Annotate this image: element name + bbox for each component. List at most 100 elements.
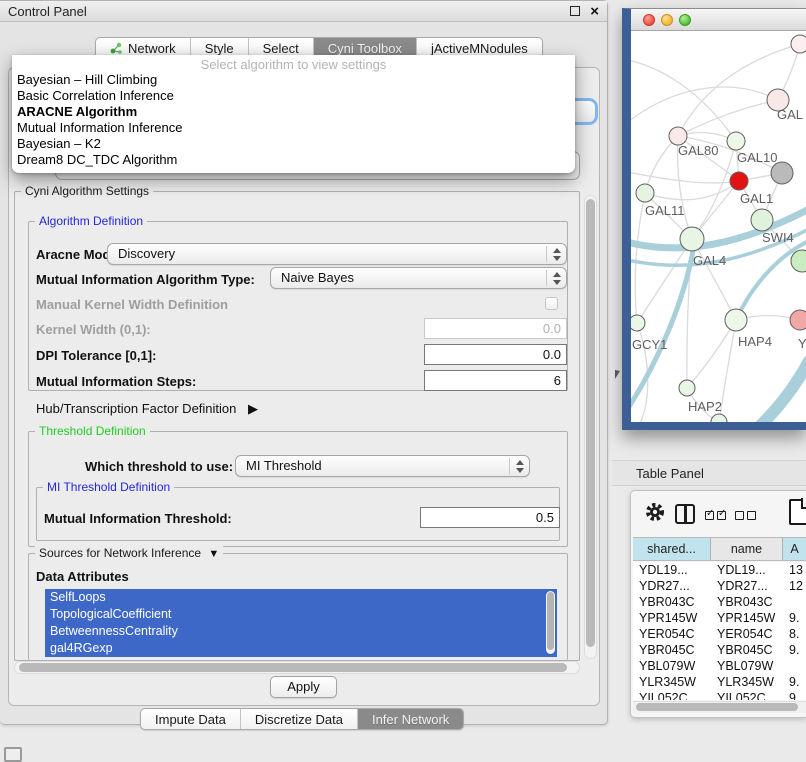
deselect-all-columns-icon[interactable] — [735, 507, 759, 525]
tab-infer-network[interactable]: Infer Network — [358, 709, 463, 729]
columns-icon[interactable] — [675, 504, 695, 524]
table-row[interactable]: YDR27...YDR27...12 — [633, 578, 806, 594]
network-node[interactable] — [791, 35, 806, 53]
column-header-3[interactable]: A — [783, 538, 806, 560]
attributes-list-scrollbar[interactable] — [546, 591, 555, 654]
network-node-gal4[interactable] — [680, 227, 704, 251]
dpi-tolerance-field[interactable]: 0.0 — [424, 344, 567, 365]
tab-impute-data[interactable]: Impute Data — [141, 709, 241, 729]
algorithm-definition-title: Algorithm Definition — [35, 214, 147, 228]
network-edge[interactable] — [731, 361, 806, 422]
table-cell: YBR043C — [633, 594, 711, 610]
network-edge[interactable] — [645, 136, 678, 193]
network-node-gal11[interactable] — [636, 184, 654, 202]
network-node-y[interactable] — [790, 310, 806, 330]
network-edge[interactable] — [631, 87, 778, 126]
table-cell: 9. — [783, 610, 806, 626]
network-node[interactable] — [791, 250, 806, 272]
tab-label: Discretize Data — [255, 709, 343, 730]
attribute-item[interactable]: BetweennessCentrality — [45, 623, 557, 640]
table-row[interactable]: YDL19...YDL19...13 — [633, 562, 806, 578]
table-cell: YBR045C — [633, 642, 711, 658]
network-node-gal10[interactable] — [727, 132, 745, 150]
close-window-icon[interactable] — [643, 14, 655, 26]
zoom-window-icon[interactable] — [679, 14, 691, 26]
table-row[interactable]: YLR345WYLR345W9. — [633, 674, 806, 690]
algorithm-option[interactable]: Bayesian – Hill Climbing — [12, 72, 575, 88]
mi-algorithm-type-select[interactable]: Naive Bayes — [270, 267, 567, 289]
table-cell: YER054C — [711, 626, 783, 642]
network-node-hap4[interactable] — [725, 309, 747, 331]
dpi-tolerance-label: DPI Tolerance [0,1]: — [36, 348, 156, 363]
table-cell: YER054C — [633, 626, 711, 642]
select-all-columns-icon[interactable] — [705, 507, 729, 525]
close-panel-icon[interactable]: × — [590, 1, 599, 22]
node-label: HAP4 — [738, 334, 772, 349]
network-node-gcy1[interactable] — [631, 315, 645, 331]
collapse-down-icon[interactable]: ▼ — [208, 548, 219, 560]
export-table-icon[interactable] — [789, 499, 806, 525]
gear-icon[interactable] — [644, 501, 666, 528]
aracne-mode-select[interactable]: Discovery — [107, 243, 567, 265]
kernel-width-field[interactable]: 0.0 — [424, 318, 567, 339]
algorithm-dropdown-popup: Select algorithm to view settings Bayesi… — [12, 55, 575, 173]
node-label: GAL80 — [678, 143, 718, 158]
network-edge[interactable] — [635, 193, 645, 323]
manual-kernel-label: Manual Kernel Width Definition — [36, 297, 228, 312]
algorithm-option[interactable]: Bayesian – K2 — [12, 136, 575, 152]
which-threshold-select[interactable]: MI Threshold — [235, 455, 530, 477]
attribute-item[interactable]: SelfLoops — [45, 589, 557, 606]
network-node-hap2[interactable] — [679, 380, 695, 396]
float-panel-icon[interactable] — [570, 6, 580, 16]
table-cell: 13 — [783, 562, 806, 578]
manual-kernel-checkbox[interactable] — [545, 297, 558, 310]
column-header-2[interactable]: name — [711, 538, 783, 560]
popup-header-text: Select algorithm to view settings — [12, 55, 575, 72]
table-cell: YPR145W — [633, 610, 711, 626]
apply-button[interactable]: Apply — [270, 676, 337, 698]
algorithm-option[interactable]: Basic Correlation Inference — [12, 88, 575, 104]
network-edge[interactable] — [736, 239, 806, 320]
table-row[interactable]: YBL079WYBL079W — [633, 658, 806, 674]
control-panel-window: Control Panel × NetworkStyleSelectCyni T… — [0, 0, 608, 725]
network-icon — [110, 42, 123, 55]
table-header-row: shared...nameA — [633, 537, 806, 561]
attribute-item[interactable]: gal4RGexp — [45, 640, 557, 657]
settings-horizontal-scrollbar[interactable] — [14, 661, 580, 674]
network-node[interactable] — [771, 162, 793, 184]
table-horizontal-scrollbar[interactable] — [633, 701, 806, 713]
network-edge[interactable] — [692, 239, 736, 320]
docked-panel-chip[interactable] — [4, 747, 22, 762]
table-cell: YDL19... — [711, 562, 783, 578]
mi-steps-field[interactable]: 6 — [424, 370, 567, 391]
table-cell: YBR043C — [711, 594, 783, 610]
table-row[interactable]: YPR145WYPR145W9. — [633, 610, 806, 626]
table-row[interactable]: YIL052CYIL052C9 — [633, 690, 806, 700]
control-panel-title: Control Panel — [8, 4, 87, 19]
attribute-item[interactable]: TopologicalCoefficient — [45, 606, 557, 623]
tab-discretize-data[interactable]: Discretize Data — [241, 709, 358, 729]
network-node[interactable] — [711, 414, 727, 422]
spinner-arrows-icon — [515, 459, 524, 474]
network-window-titlebar[interactable] — [631, 9, 806, 31]
table-row[interactable]: YER054CYER054C8. — [633, 626, 806, 642]
algorithm-option[interactable]: Dream8 DC_TDC Algorithm — [12, 152, 575, 168]
node-label: Y — [798, 336, 806, 351]
settings-vertical-scrollbar[interactable] — [584, 195, 597, 659]
network-node-swi4[interactable] — [751, 209, 773, 231]
table-cell: 12 — [783, 578, 806, 594]
mi-threshold-field[interactable]: 0.5 — [420, 507, 560, 528]
hub-definition-toggle[interactable]: Hub/Transcription Factor Definition ▶ — [36, 401, 258, 417]
network-node-gal1[interactable] — [730, 172, 748, 190]
algorithm-option[interactable]: ARACNE Algorithm — [12, 104, 575, 120]
table-row[interactable]: YBR043CYBR043C — [633, 594, 806, 610]
network-edge[interactable] — [687, 320, 736, 388]
algorithm-option[interactable]: Mutual Information Inference — [12, 120, 575, 136]
network-canvas[interactable]: GALGAL80GAL10GAL1GAL11SWI4GAL4GCY1HAP4YH… — [631, 31, 806, 422]
popup-items: Bayesian – Hill ClimbingBasic Correlatio… — [12, 72, 575, 168]
minimize-window-icon[interactable] — [661, 14, 673, 26]
table-row[interactable]: YBR045CYBR045C9. — [633, 642, 806, 658]
data-attributes-list[interactable]: SelfLoopsTopologicalCoefficientBetweenne… — [45, 589, 557, 657]
network-edge[interactable] — [645, 181, 739, 200]
column-header-1[interactable]: shared... — [633, 538, 711, 560]
